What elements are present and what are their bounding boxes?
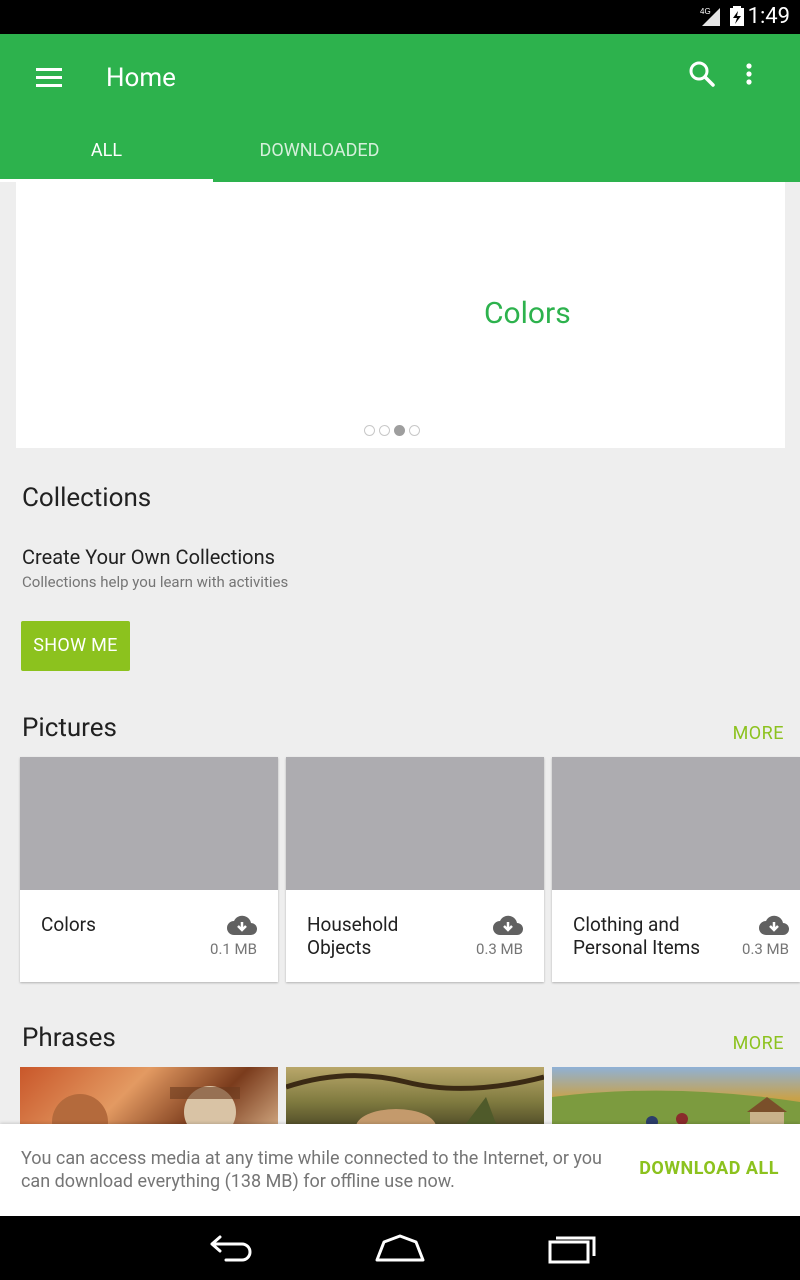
- app-bar: Home ALL DOWNLOADED: [0, 34, 800, 182]
- back-icon[interactable]: [206, 1230, 254, 1270]
- battery-icon: [730, 6, 744, 30]
- show-me-button[interactable]: SHOW ME: [21, 621, 130, 671]
- tab-all[interactable]: ALL: [0, 124, 213, 182]
- search-icon[interactable]: [688, 60, 724, 96]
- svg-text:4G: 4G: [700, 7, 711, 16]
- phrases-title: Phrases: [22, 1023, 116, 1053]
- more-options-icon[interactable]: [744, 60, 776, 96]
- card-size: 0.3 MB: [742, 940, 789, 958]
- download-all-button[interactable]: DOWNLOAD ALL: [639, 1158, 779, 1179]
- picture-card-colors[interactable]: Colors 0.1 MB: [20, 757, 278, 982]
- card-thumbnail: [552, 757, 800, 890]
- picture-card-household-objects[interactable]: Household Objects 0.3 MB: [286, 757, 544, 982]
- card-title: Clothing and Personal Items: [573, 913, 701, 959]
- pictures-title: Pictures: [22, 713, 117, 743]
- pager-dot: [364, 425, 375, 436]
- collections-heading: Create Your Own Collections: [22, 545, 275, 569]
- featured-carousel[interactable]: Colors: [16, 182, 785, 448]
- card-size: 0.3 MB: [476, 940, 523, 958]
- pager-dot-active: [394, 425, 405, 436]
- carousel-slide-label: Colors: [484, 296, 571, 331]
- pictures-more-link[interactable]: MORE: [733, 723, 784, 744]
- card-thumbnail: [20, 757, 278, 890]
- pager-dot: [379, 425, 390, 436]
- phrases-more-link[interactable]: MORE: [733, 1033, 784, 1054]
- recents-icon[interactable]: [546, 1230, 598, 1270]
- home-icon[interactable]: [374, 1230, 426, 1270]
- system-nav-bar: [0, 1216, 800, 1280]
- card-size: 0.1 MB: [210, 940, 257, 958]
- cloud-download-icon[interactable]: [492, 913, 524, 937]
- card-title: Household Objects: [307, 913, 399, 959]
- status-bar: 4G 1:49: [0, 0, 800, 34]
- collections-subtitle: Collections help you learn with activiti…: [22, 573, 289, 591]
- carousel-pager: [364, 425, 420, 436]
- pager-dot: [409, 425, 420, 436]
- page-title: Home: [106, 63, 176, 93]
- collections-title: Collections: [22, 483, 152, 513]
- card-thumbnail: [286, 757, 544, 890]
- cloud-download-icon[interactable]: [758, 913, 790, 937]
- download-snackbar: You can access media at any time while c…: [0, 1124, 800, 1216]
- signal-icon: 4G: [700, 6, 722, 30]
- cloud-download-icon[interactable]: [226, 913, 258, 937]
- snackbar-message: You can access media at any time while c…: [21, 1148, 602, 1192]
- picture-card-clothing[interactable]: Clothing and Personal Items 0.3 MB: [552, 757, 800, 982]
- tab-downloaded[interactable]: DOWNLOADED: [213, 124, 426, 182]
- clock: 1:49: [747, 4, 790, 29]
- card-title: Colors: [41, 913, 96, 936]
- menu-icon[interactable]: [24, 58, 74, 98]
